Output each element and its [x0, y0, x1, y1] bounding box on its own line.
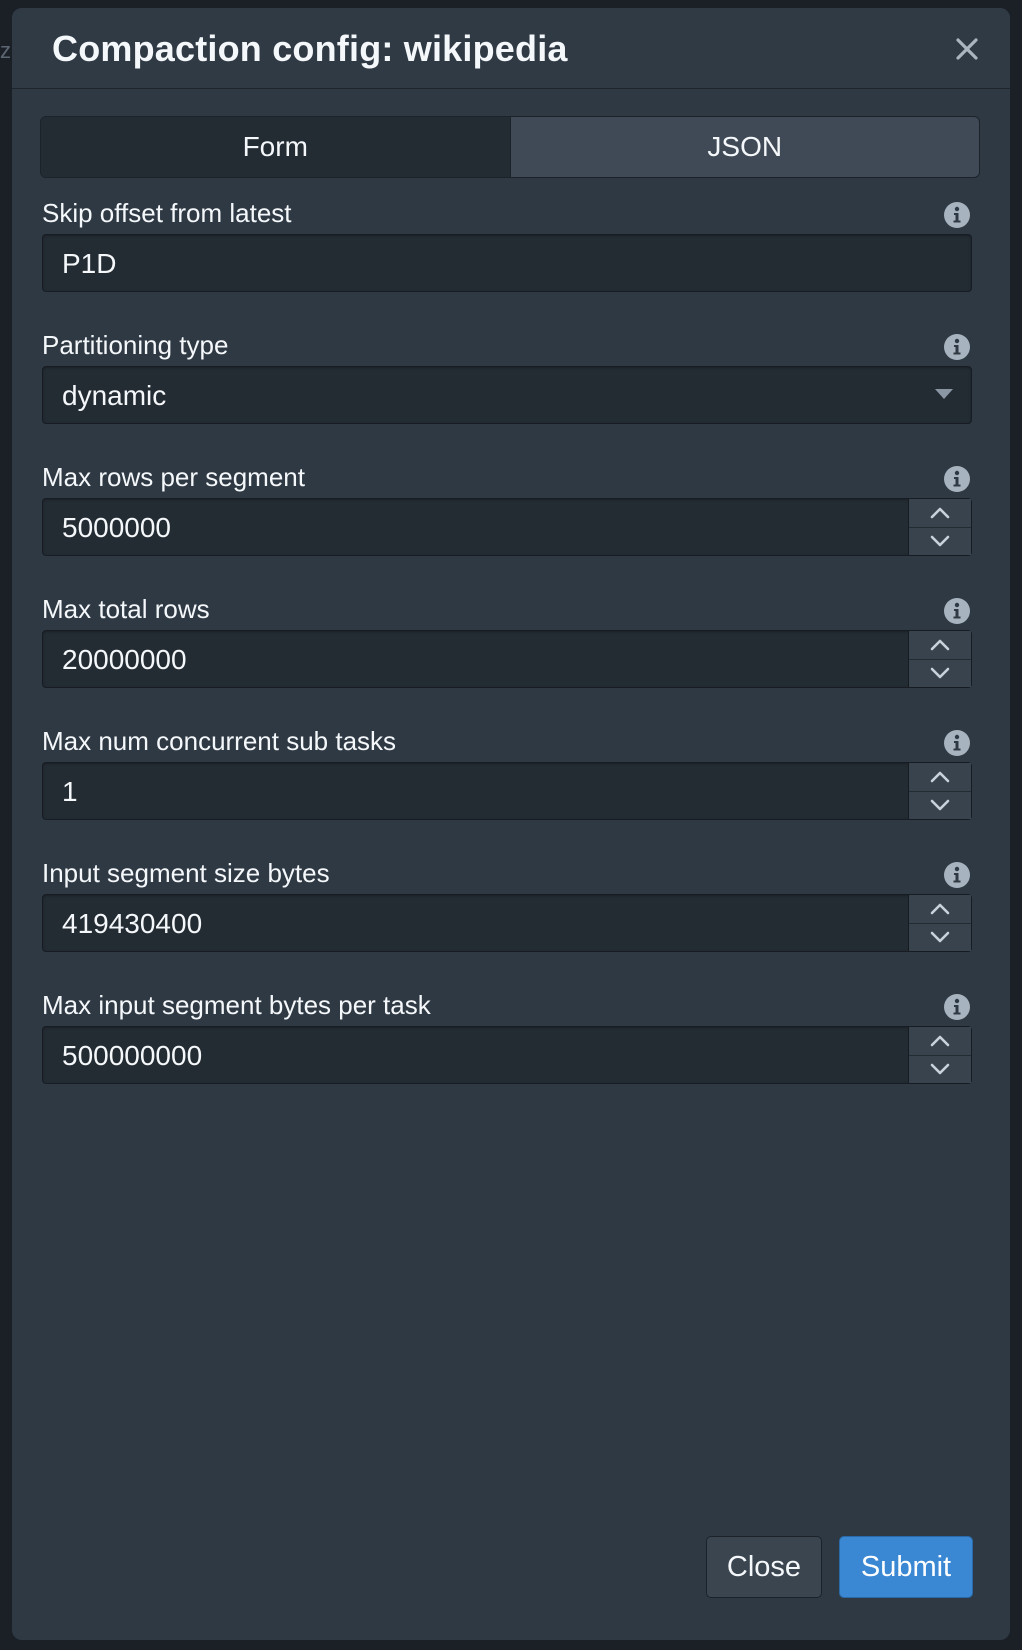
max-input-segment-bytes-per-task-input[interactable]: 500000000 — [42, 1026, 972, 1084]
compaction-config-dialog: Compaction config: wikipedia Form JSON S… — [12, 8, 1010, 1640]
increment-button[interactable] — [909, 1027, 971, 1056]
select-value: dynamic — [62, 380, 167, 411]
numeric-stepper — [908, 763, 971, 819]
chevron-up-icon — [930, 507, 950, 519]
field-label: Max num concurrent sub tasks — [42, 726, 397, 756]
max-rows-per-segment-input[interactable]: 5000000 — [42, 498, 972, 556]
increment-button[interactable] — [909, 895, 971, 924]
chevron-up-icon — [930, 903, 950, 915]
info-icon[interactable] — [943, 861, 971, 889]
field-label: Max rows per segment — [42, 462, 305, 492]
skip-offset-input[interactable]: P1D — [42, 234, 972, 292]
decrement-button[interactable] — [909, 660, 971, 688]
field-label: Max total rows — [42, 594, 210, 624]
decrement-button[interactable] — [909, 1056, 971, 1084]
input-value: 5000000 — [62, 512, 172, 543]
input-segment-size-bytes-input[interactable]: 419430400 — [42, 894, 972, 952]
max-total-rows-input[interactable]: 20000000 — [42, 630, 972, 688]
max-num-concurrent-sub-tasks-input[interactable]: 1 — [42, 762, 972, 820]
decrement-button[interactable] — [909, 792, 971, 820]
close-icon[interactable] — [952, 34, 982, 64]
chevron-up-icon — [930, 639, 950, 651]
numeric-stepper — [908, 895, 971, 951]
input-value: 500000000 — [62, 1040, 203, 1071]
input-value: 1 — [62, 776, 78, 807]
increment-button[interactable] — [909, 763, 971, 792]
field-label: Skip offset from latest — [42, 198, 292, 228]
view-mode-tabs: Form JSON — [40, 116, 980, 178]
info-icon[interactable] — [943, 729, 971, 757]
info-icon[interactable] — [943, 333, 971, 361]
dialog-header: Compaction config: wikipedia — [12, 8, 1010, 89]
caret-down-icon — [935, 389, 953, 399]
chevron-down-icon — [930, 799, 950, 811]
dialog-title: Compaction config: wikipedia — [52, 28, 568, 69]
increment-button[interactable] — [909, 631, 971, 660]
submit-button[interactable]: Submit — [839, 1536, 973, 1598]
close-button[interactable]: Close — [706, 1536, 822, 1598]
chevron-down-icon — [930, 535, 950, 547]
numeric-stepper — [908, 631, 971, 687]
chevron-down-icon — [930, 1063, 950, 1075]
tab-json[interactable]: JSON — [510, 117, 979, 177]
chevron-down-icon — [930, 667, 950, 679]
decrement-button[interactable] — [909, 924, 971, 952]
field-label: Partitioning type — [42, 330, 229, 360]
increment-button[interactable] — [909, 499, 971, 528]
chevron-down-icon — [930, 931, 950, 943]
decrement-button[interactable] — [909, 528, 971, 556]
field-label: Input segment size bytes — [42, 858, 330, 888]
tab-form[interactable]: Form — [41, 117, 511, 177]
info-icon[interactable] — [943, 465, 971, 493]
input-value: P1D — [62, 248, 117, 279]
chevron-up-icon — [930, 771, 950, 783]
numeric-stepper — [908, 499, 971, 555]
input-value: 419430400 — [62, 908, 203, 939]
chevron-up-icon — [930, 1035, 950, 1047]
info-icon[interactable] — [943, 597, 971, 625]
numeric-stepper — [908, 1027, 971, 1083]
field-label: Max input segment bytes per task — [42, 990, 431, 1020]
input-value: 20000000 — [62, 644, 187, 675]
info-icon[interactable] — [943, 993, 971, 1021]
info-icon[interactable] — [943, 201, 971, 229]
partitioning-type-select[interactable]: dynamic — [42, 366, 972, 424]
